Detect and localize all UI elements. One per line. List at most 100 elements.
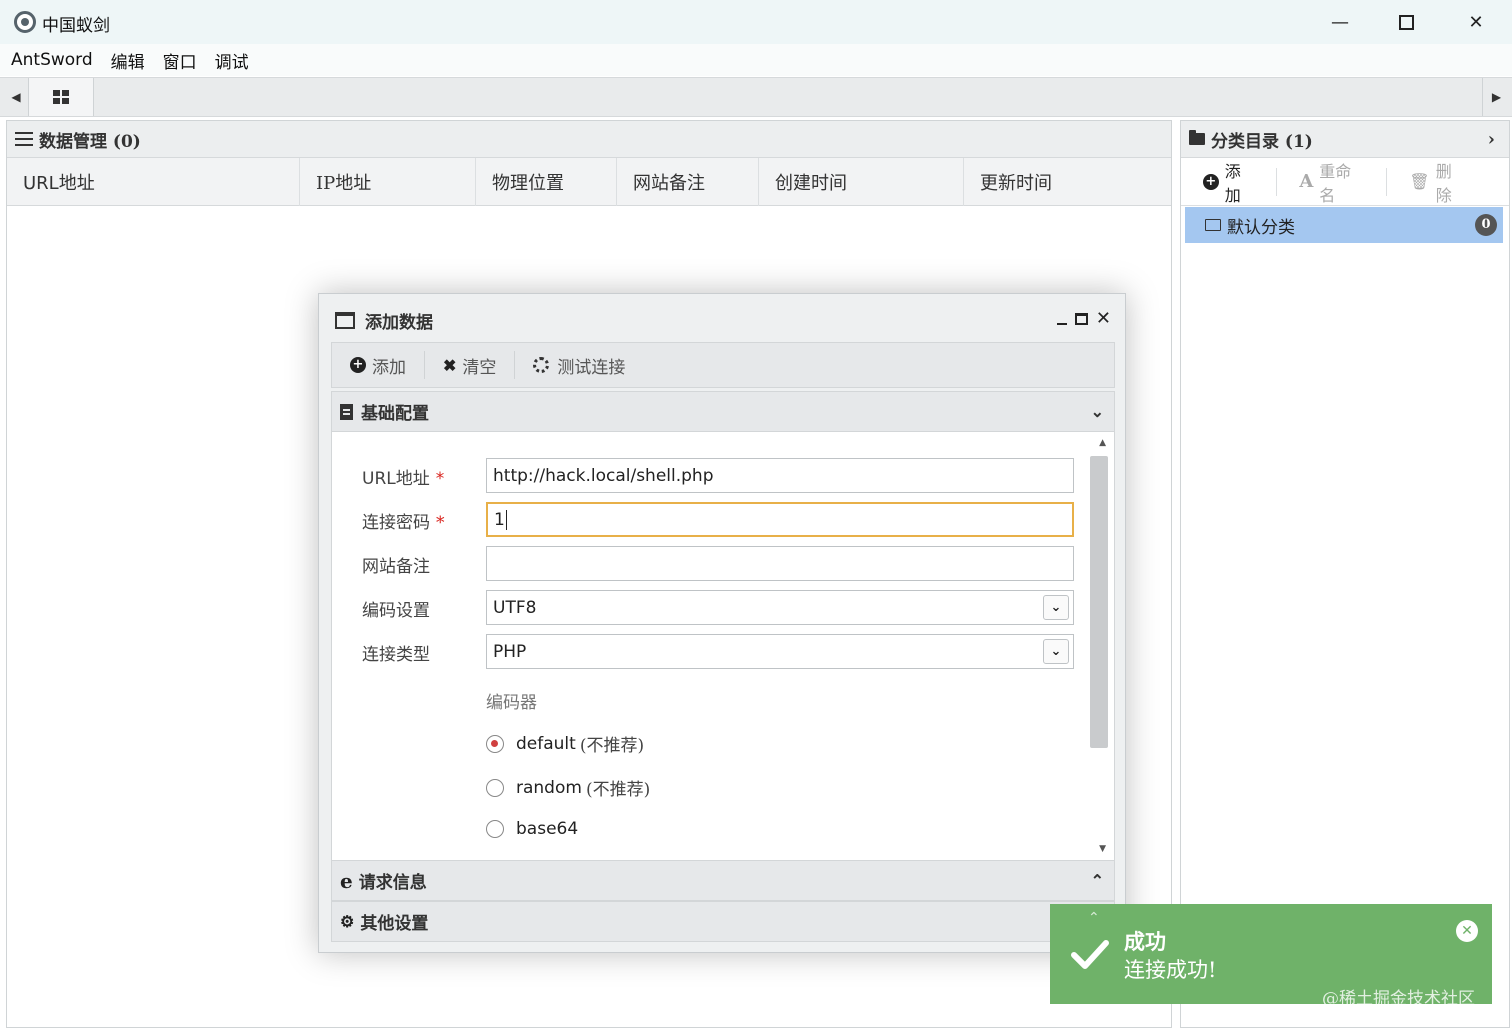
window-title: 中国蚁剑	[42, 16, 110, 36]
list-icon	[15, 132, 33, 146]
dialog-close-button[interactable]: ✕	[1096, 308, 1111, 329]
dialog-add-label: 添加	[372, 357, 406, 378]
password-value: 1	[494, 509, 505, 530]
encoding-label: 编码设置	[362, 601, 430, 621]
password-input[interactable]: 1	[486, 502, 1074, 537]
window-icon	[335, 312, 355, 329]
section-basic-label: 基础配置	[361, 404, 429, 424]
scroll-thumb[interactable]	[1090, 456, 1108, 748]
category-add-label: 添加	[1224, 161, 1241, 205]
minimize-button[interactable]: —	[1310, 6, 1370, 38]
menu-window[interactable]: 窗口	[163, 48, 197, 73]
maximize-button[interactable]	[1376, 6, 1436, 38]
column-created[interactable]: 创建时间	[759, 158, 964, 206]
encoder-option-random[interactable]: random (不推荐)	[486, 775, 650, 800]
dialog-clear-button[interactable]: ✖ 清空	[443, 351, 516, 379]
tab-strip: ◀ ▶	[0, 77, 1512, 117]
category-title: 分类目录 (1)	[1211, 131, 1313, 152]
count-badge: 0	[1475, 214, 1497, 236]
note-input[interactable]	[486, 546, 1074, 581]
chevron-up-icon: ⌃	[1090, 871, 1104, 890]
request-e-icon: e	[340, 868, 353, 893]
chevron-right-icon[interactable]: ›	[1488, 129, 1495, 150]
font-icon: A	[1299, 171, 1314, 192]
text-caret	[505, 509, 507, 530]
menu-bar: AntSword 编辑 窗口 调试	[0, 44, 1512, 76]
menu-edit[interactable]: 编辑	[111, 48, 145, 73]
scroll-up-icon[interactable]: ▲	[1099, 438, 1106, 448]
test-connection-label: 测试连接	[557, 357, 626, 378]
section-basic-config[interactable]: 基础配置 ⌄	[331, 391, 1115, 432]
test-connection-button[interactable]: 测试连接	[533, 351, 643, 379]
radio-icon[interactable]	[486, 820, 504, 838]
maximize-icon	[1398, 14, 1414, 30]
category-toolbar: + 添加 A 重命名 🗑 删除	[1181, 158, 1509, 206]
encoder-title: 编码器	[486, 693, 537, 713]
cogs-icon: ⚙	[340, 912, 355, 931]
chevron-up-icon: ⌃	[1088, 910, 1100, 926]
close-icon: ✕	[1468, 11, 1484, 33]
dialog-title: 添加数据	[365, 313, 433, 333]
tab-home[interactable]	[28, 78, 94, 116]
category-header: 分类目录 (1) ›	[1181, 121, 1509, 158]
section-request-info[interactable]: e 请求信息 ⌃	[331, 860, 1115, 901]
category-delete-button[interactable]: 🗑 删除	[1409, 162, 1487, 205]
form-scrollbar[interactable]: ▲ ▼	[1090, 432, 1112, 860]
note-label: 网站备注	[362, 557, 430, 577]
encoding-value: UTF8	[493, 597, 537, 618]
chevron-down-icon: ⌄	[1090, 402, 1104, 421]
toast-title: 成功	[1124, 929, 1166, 954]
category-delete-label: 删除	[1435, 161, 1452, 205]
chevron-down-icon: ⌄	[1043, 639, 1069, 664]
tab-scroll-left-icon[interactable]: ◀	[2, 78, 30, 116]
toast-close-icon[interactable]: ✕	[1456, 920, 1478, 942]
type-label: 连接类型	[362, 645, 430, 665]
encoder-option-default[interactable]: default (不推荐)	[486, 731, 644, 756]
folder-icon	[1189, 130, 1205, 145]
encoder-option-base64[interactable]: base64	[486, 819, 578, 839]
column-note[interactable]: 网站备注	[617, 158, 759, 206]
column-updated[interactable]: 更新时间	[964, 158, 1171, 206]
dialog-clear-label: 清空	[462, 357, 497, 378]
title-bar: 中国蚁剑 — ✕	[0, 0, 1512, 44]
encoding-select[interactable]: UTF8 ⌄	[486, 590, 1074, 625]
column-url[interactable]: URL地址	[7, 158, 300, 206]
folder-outline-icon	[1205, 219, 1221, 231]
type-select[interactable]: PHP ⌄	[486, 634, 1074, 669]
category-item-default[interactable]: 默认分类 0	[1185, 207, 1503, 243]
tab-scroll-right-icon[interactable]: ▶	[1482, 78, 1510, 116]
section-request-label: 请求信息	[358, 873, 427, 893]
trash-icon: 🗑	[1409, 172, 1430, 191]
x-icon: ✖	[443, 355, 457, 375]
url-input[interactable]: http://hack.local/shell.php	[486, 458, 1074, 493]
dialog-add-button[interactable]: + 添加	[350, 351, 425, 379]
toast-message: 连接成功!	[1124, 958, 1217, 982]
category-rename-label: 重命名	[1319, 161, 1352, 205]
column-location[interactable]: 物理位置	[476, 158, 617, 206]
menu-debug[interactable]: 调试	[215, 48, 249, 73]
menu-antsword[interactable]: AntSword	[11, 50, 93, 70]
data-management-header: 数据管理 (0)	[7, 121, 1171, 158]
dialog-maximize-button[interactable]	[1074, 312, 1088, 325]
section-other-settings[interactable]: ⚙ 其他设置	[331, 901, 1115, 942]
check-icon	[1071, 940, 1109, 969]
category-item-label: 默认分类	[1227, 217, 1295, 238]
data-management-title: 数据管理 (0)	[39, 131, 141, 152]
password-label: 连接密码 *	[362, 513, 445, 533]
add-data-dialog: 添加数据 ✕ + 添加 ✖ 清空 测试连接 基础配置 ⌄ URL地址 * http…	[318, 293, 1126, 953]
scroll-down-icon[interactable]: ▼	[1099, 844, 1106, 854]
column-ip[interactable]: IP地址	[300, 158, 476, 206]
radio-checked-icon[interactable]	[486, 734, 504, 753]
minimize-icon: —	[1331, 11, 1349, 33]
chevron-down-icon: ⌄	[1043, 595, 1069, 620]
section-other-label: 其他设置	[360, 914, 429, 934]
category-rename-button[interactable]: A 重命名	[1299, 162, 1388, 205]
close-button[interactable]: ✕	[1446, 6, 1506, 38]
category-panel: 分类目录 (1) › + 添加 A 重命名 🗑 删除 默认分类 0	[1180, 120, 1510, 1028]
category-add-button[interactable]: + 添加	[1203, 162, 1278, 205]
watermark: @稀土掘金技术社区	[1322, 989, 1475, 1009]
dialog-minimize-button[interactable]	[1056, 322, 1067, 325]
table-header: URL地址 IP地址 物理位置 网站备注 创建时间 更新时间	[7, 158, 1171, 206]
radio-icon[interactable]	[486, 778, 504, 797]
dialog-toolbar: + 添加 ✖ 清空 测试连接	[331, 342, 1115, 388]
